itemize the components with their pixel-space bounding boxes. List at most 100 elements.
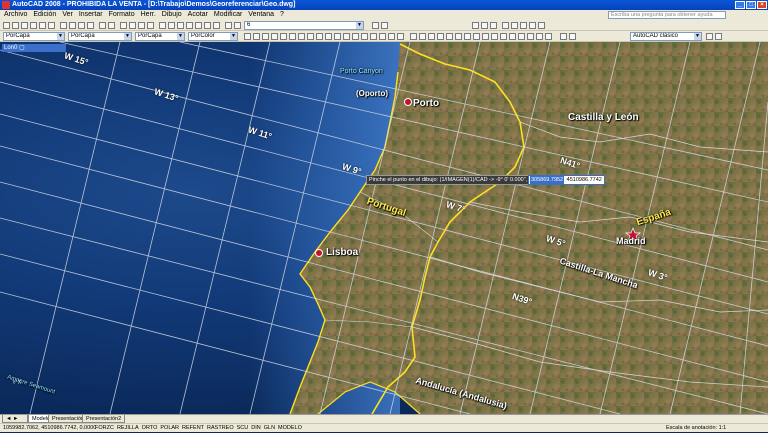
hatch-icon[interactable]	[361, 33, 368, 40]
dynamic-input-x[interactable]: 305869.7952	[530, 176, 565, 184]
revcloud-icon[interactable]	[307, 33, 314, 40]
dynamic-input-y[interactable]: 4510986.7742	[566, 176, 603, 184]
mtext-icon[interactable]	[397, 33, 404, 40]
move-icon[interactable]	[455, 33, 462, 40]
point-icon[interactable]	[352, 33, 359, 40]
sphere-icon[interactable]	[511, 22, 518, 29]
spline-icon[interactable]	[316, 33, 323, 40]
minimize-button[interactable]: _	[735, 1, 745, 9]
properties-icon[interactable]	[159, 22, 166, 29]
polyline-icon[interactable]	[262, 33, 269, 40]
scale-icon[interactable]	[473, 33, 480, 40]
copy-object-icon[interactable]	[419, 33, 426, 40]
undo-icon[interactable]	[99, 22, 106, 29]
join-icon[interactable]	[518, 33, 525, 40]
table-style-icon[interactable]	[490, 22, 497, 29]
menu-formato[interactable]: Formato	[109, 10, 135, 20]
render-icon[interactable]	[502, 22, 509, 29]
extend-icon[interactable]	[500, 33, 507, 40]
rotate-icon[interactable]	[464, 33, 471, 40]
redo-icon[interactable]	[108, 22, 115, 29]
trim-icon[interactable]	[491, 33, 498, 40]
workspace-settings-icon[interactable]	[569, 33, 576, 40]
pan-icon[interactable]	[120, 22, 127, 29]
explode-icon[interactable]	[545, 33, 552, 40]
menu-ventana[interactable]: Ventana	[248, 10, 274, 20]
paste-icon[interactable]	[78, 22, 85, 29]
calculator-icon[interactable]	[204, 22, 211, 29]
workspace-icon[interactable]	[560, 33, 567, 40]
layer-state-icon[interactable]	[372, 22, 379, 29]
lights-icon[interactable]	[529, 22, 536, 29]
designcenter-icon[interactable]	[168, 22, 175, 29]
circle-icon[interactable]	[298, 33, 305, 40]
zoom-previous-icon[interactable]	[147, 22, 154, 29]
gradient-icon[interactable]	[370, 33, 377, 40]
tool-palettes-icon[interactable]	[177, 22, 184, 29]
xline-icon[interactable]	[253, 33, 260, 40]
dim-style-icon[interactable]	[481, 22, 488, 29]
table-icon[interactable]	[388, 33, 395, 40]
cube-icon[interactable]	[538, 22, 545, 29]
new-icon[interactable]	[3, 22, 10, 29]
help-icon[interactable]	[213, 22, 220, 29]
menu-edicion[interactable]: Edición	[33, 10, 56, 20]
region-icon[interactable]	[379, 33, 386, 40]
menu-archivo[interactable]: Archivo	[4, 10, 27, 20]
save-icon[interactable]	[21, 22, 28, 29]
maximize-button[interactable]: □	[746, 1, 756, 9]
stretch-icon[interactable]	[482, 33, 489, 40]
close-button[interactable]: ×	[757, 1, 767, 9]
tab-nav-buttons[interactable]: ◄ ►	[2, 415, 28, 423]
menu-ayuda[interactable]: ?	[280, 10, 284, 20]
menu-dibujo[interactable]: Dibujo	[162, 10, 182, 20]
menu-insertar[interactable]: Insertar	[79, 10, 103, 20]
text-style-icon[interactable]	[472, 22, 479, 29]
sheet-set-icon[interactable]	[186, 22, 193, 29]
array-icon[interactable]	[446, 33, 453, 40]
drawing-area[interactable]: Lon0 ▢ Porto (Oporto) Porto Canyon Casti…	[0, 42, 768, 414]
publish-icon[interactable]	[48, 22, 55, 29]
menu-herramientas[interactable]: Herr.	[141, 10, 156, 20]
cut-icon[interactable]	[60, 22, 67, 29]
erase-icon[interactable]	[410, 33, 417, 40]
open-icon[interactable]	[12, 22, 19, 29]
rectangle-icon[interactable]	[280, 33, 287, 40]
linetype-combo[interactable]: PorCapa ▼	[68, 32, 132, 41]
copy-icon[interactable]	[69, 22, 76, 29]
plot-icon[interactable]	[30, 22, 37, 29]
toolbar-lock-icon[interactable]	[715, 33, 722, 40]
ellipse-icon[interactable]	[325, 33, 332, 40]
offset-icon[interactable]	[437, 33, 444, 40]
layer-manager-icon[interactable]	[225, 22, 232, 29]
fillet-icon[interactable]	[536, 33, 543, 40]
layer-combo[interactable]: 6 ▼	[244, 21, 364, 30]
make-block-icon[interactable]	[343, 33, 350, 40]
tab-presentacion2[interactable]: Presentación2	[82, 415, 126, 423]
workspace-gear-icon[interactable]	[706, 33, 713, 40]
layer-previous-icon[interactable]	[234, 22, 241, 29]
workspace-combo[interactable]: AutoCAD clásico ▼	[630, 32, 702, 41]
match-properties-icon[interactable]	[87, 22, 94, 29]
layer-isolate-icon[interactable]	[381, 22, 388, 29]
mirror-icon[interactable]	[428, 33, 435, 40]
menu-ver[interactable]: Ver	[62, 10, 73, 20]
markup-icon[interactable]	[195, 22, 202, 29]
preview-icon[interactable]	[39, 22, 46, 29]
arc-icon[interactable]	[289, 33, 296, 40]
line-icon[interactable]	[244, 33, 251, 40]
zoom-window-icon[interactable]	[138, 22, 145, 29]
menu-acotar[interactable]: Acotar	[188, 10, 208, 20]
help-search-input[interactable]: Escriba una pregunta para obtener ayuda	[608, 11, 726, 19]
menu-modificar[interactable]: Modificar	[214, 10, 242, 20]
plotstyle-combo[interactable]: PorColor ▼	[188, 32, 238, 41]
viewport-tab[interactable]: Lon0 ▢	[2, 44, 66, 52]
insert-block-icon[interactable]	[334, 33, 341, 40]
materials-icon[interactable]	[520, 22, 527, 29]
lineweight-combo[interactable]: PorCapa ▼	[135, 32, 185, 41]
color-combo[interactable]: PorCapa ▼	[3, 32, 65, 41]
polygon-icon[interactable]	[271, 33, 278, 40]
zoom-realtime-icon[interactable]	[129, 22, 136, 29]
chamfer-icon[interactable]	[527, 33, 534, 40]
break-icon[interactable]	[509, 33, 516, 40]
